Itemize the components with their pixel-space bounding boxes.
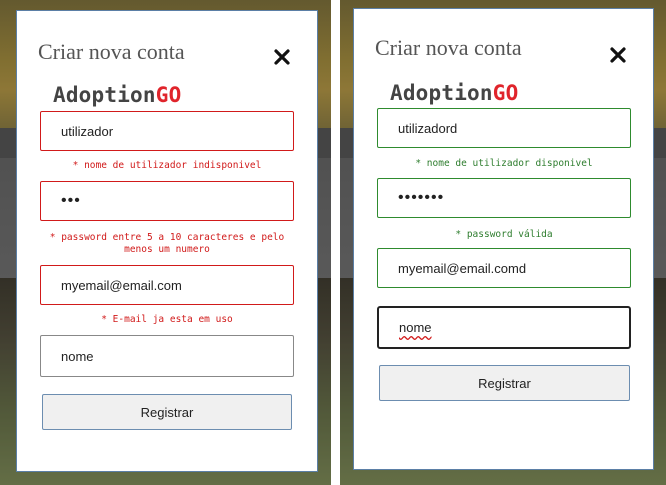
brand-name: Adoption [390,81,493,105]
brand-name: Adoption [53,83,156,107]
modal-title: Criar nova conta [38,39,185,64]
brand-logo: AdoptionGO [390,81,518,105]
username-success-message: * nome de utilizador disponivel [415,158,593,169]
close-button[interactable] [273,48,291,66]
email-error-message: * E-mail ja esta em uso [101,314,233,325]
password-error-message: * password entre 5 a 10 caracteres e pel… [49,232,285,255]
name-input[interactable]: nome [377,306,631,349]
left-screenshot-pane: Criar nova conta AdoptionGO * nome de ut… [0,0,331,485]
username-error-message: * nome de utilizador indisponivel [72,160,262,171]
name-input[interactable] [40,335,294,377]
email-input[interactable] [40,265,294,305]
modal-title: Criar nova conta [375,35,522,60]
brand-accent: GO [492,81,519,105]
signup-modal: Criar nova conta AdoptionGO * nome de ut… [353,8,654,470]
username-input[interactable] [377,108,631,148]
password-input[interactable] [377,178,631,218]
right-screenshot-pane: Criar nova conta AdoptionGO * nome de ut… [340,0,666,485]
username-input[interactable] [40,111,294,151]
close-button[interactable] [609,46,627,64]
name-input-value: nome [399,320,432,335]
brand-accent: GO [155,83,182,107]
password-input[interactable] [40,181,294,221]
register-button[interactable]: Registrar [379,365,630,401]
password-success-message: * password válida [455,229,553,240]
close-icon [610,47,626,63]
email-input[interactable] [377,248,631,288]
signup-modal: Criar nova conta AdoptionGO * nome de ut… [16,10,318,472]
close-icon [274,49,290,65]
brand-logo: AdoptionGO [53,83,181,107]
register-button[interactable]: Registrar [42,394,292,430]
pane-divider [331,0,340,485]
